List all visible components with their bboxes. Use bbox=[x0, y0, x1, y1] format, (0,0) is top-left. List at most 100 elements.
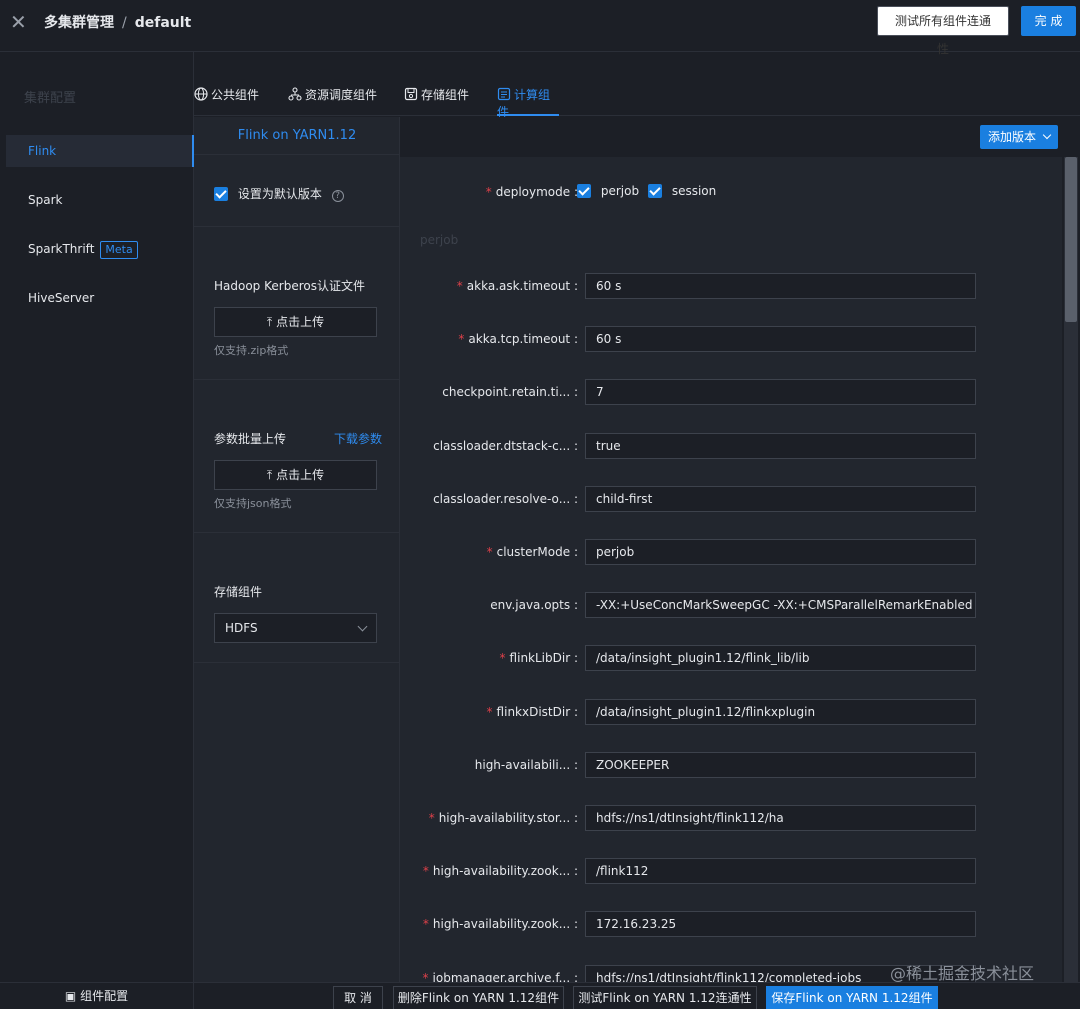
watermark: @稀土掘金技术社区 bbox=[890, 964, 1035, 983]
save-component-button[interactable]: 保存Flink on YARN 1.12组件 bbox=[766, 986, 938, 1009]
config-form-panel: 添加版本 * deploymode : perjob session perjob… bbox=[400, 117, 1080, 982]
deploymode-option-perjob[interactable]: perjob bbox=[577, 184, 639, 198]
group-title: perjob bbox=[420, 233, 459, 247]
config-field-row: * high-availability.zook... : /flink112 bbox=[400, 857, 1062, 885]
field-label: env.java.opts : bbox=[490, 598, 578, 612]
top-bar: ✕ 多集群管理 / default 测试所有组件连通性 完 成 bbox=[0, 0, 1080, 56]
config-field-row: * flinkLibDir : /data/insight_plugin1.12/f… bbox=[400, 644, 1062, 672]
config-field-row: classloader.resolve-o... : child-first bbox=[400, 485, 1062, 513]
config-field-row: * akka.ask.timeout : 60 s bbox=[400, 272, 1062, 300]
config-form: * deploymode : perjob session perjob * akk… bbox=[400, 157, 1062, 982]
done-button[interactable]: 完 成 bbox=[1021, 6, 1076, 36]
config-field-input[interactable]: 60 s bbox=[585, 273, 976, 299]
deploymode-option-session[interactable]: session bbox=[648, 184, 716, 198]
delete-component-button[interactable]: 删除Flink on YARN 1.12组件 bbox=[393, 986, 564, 1009]
sidebar-item-spark[interactable]: Spark bbox=[6, 184, 194, 216]
config-field-row: * high-availability.zook... : 172.16.23.25 bbox=[400, 910, 1062, 938]
sidebar-item-label: Spark bbox=[28, 193, 63, 207]
required-mark: * bbox=[485, 185, 492, 199]
version-title[interactable]: Flink on YARN1.12 bbox=[194, 117, 400, 155]
field-label: * clusterMode : bbox=[486, 545, 578, 559]
config-field-input[interactable]: true bbox=[585, 433, 976, 459]
tab-public-components[interactable]: 公共组件 bbox=[194, 86, 259, 116]
required-mark: * bbox=[499, 651, 506, 665]
sidebar-item-sparkthrift[interactable]: SparkThrift Meta bbox=[6, 233, 194, 265]
version-settings-panel: Flink on YARN1.12 设置为默认版本 ? Hadoop Kerbe… bbox=[194, 117, 400, 982]
breadcrumb: 多集群管理 / default bbox=[44, 12, 191, 32]
upload-label: 点击上传 bbox=[276, 468, 325, 482]
form-scrollbar[interactable] bbox=[1064, 157, 1078, 982]
download-params-link[interactable]: 下载参数 bbox=[334, 430, 382, 447]
config-field-input[interactable]: perjob bbox=[585, 539, 976, 565]
config-field-input[interactable]: /data/insight_plugin1.12/flinkxplugin bbox=[585, 699, 976, 725]
component-config-button[interactable]: ▣ 组件配置 bbox=[0, 983, 194, 1009]
help-icon[interactable]: ? bbox=[331, 190, 344, 202]
config-field-row: * akka.tcp.timeout : 60 s bbox=[400, 325, 1062, 353]
field-label: * high-availability.zook... : bbox=[422, 864, 578, 878]
test-connectivity-button[interactable]: 测试Flink on YARN 1.12连通性 bbox=[573, 986, 757, 1009]
tab-storage-components[interactable]: 存储组件 bbox=[404, 86, 469, 116]
config-field-input[interactable]: ZOOKEEPER bbox=[585, 752, 976, 778]
config-field-input[interactable]: 7 bbox=[585, 379, 976, 405]
add-version-button[interactable]: 添加版本 bbox=[980, 125, 1058, 149]
perjob-checkbox[interactable] bbox=[577, 184, 591, 198]
sidebar-title: 集群配置 bbox=[24, 91, 77, 106]
config-field-row: * flinkxDistDir : /data/insight_plugin1.12… bbox=[400, 698, 1062, 726]
field-label: classloader.resolve-o... : bbox=[433, 492, 578, 506]
field-label: * flinkxDistDir : bbox=[486, 705, 578, 719]
scrollbar-thumb[interactable] bbox=[1065, 157, 1077, 322]
breadcrumb-separator: / bbox=[122, 15, 127, 31]
field-label: * high-availability.stor... : bbox=[428, 811, 578, 825]
field-label: * deploymode : bbox=[485, 185, 578, 199]
kerberos-label: Hadoop Kerberos认证文件 bbox=[214, 279, 365, 293]
cluster-sidebar: 集群配置 Flink Spark SparkThrift Meta HiveSer… bbox=[0, 52, 194, 982]
json-hint: 仅支持json格式 bbox=[214, 497, 292, 510]
deploymode-row: * deploymode : perjob session bbox=[400, 178, 1062, 206]
config-field-input[interactable]: child-first bbox=[585, 486, 976, 512]
config-field-row: classloader.dtstack-c... : true bbox=[400, 432, 1062, 460]
sidebar-item-label: SparkThrift bbox=[28, 242, 95, 256]
tab-resource-scheduling[interactable]: 资源调度组件 bbox=[288, 86, 377, 116]
zip-hint: 仅支持.zip格式 bbox=[214, 344, 289, 357]
config-field-input[interactable]: hdfs://ns1/dtInsight/flink112/ha bbox=[585, 805, 976, 831]
sidebar-item-hiveserver[interactable]: HiveServer bbox=[6, 282, 194, 314]
default-version-option[interactable]: 设置为默认版本 ? bbox=[214, 185, 344, 202]
tab-label: 公共组件 bbox=[211, 88, 260, 102]
option-label: session bbox=[671, 184, 717, 198]
kerberos-upload-button[interactable]: ⤒ 点击上传 bbox=[214, 307, 377, 337]
field-label: * jobmanager.archive.f... : bbox=[423, 964, 578, 982]
config-field-input[interactable]: 172.16.23.25 bbox=[585, 911, 976, 937]
add-version-label: 添加版本 bbox=[988, 130, 1037, 144]
config-field-row: * clusterMode : perjob bbox=[400, 538, 1062, 566]
config-field-input[interactable]: -XX:+UseConcMarkSweepGC -XX:+CMSParallel… bbox=[585, 592, 976, 618]
config-field-input[interactable]: 60 s bbox=[585, 326, 976, 352]
compute-icon bbox=[497, 87, 511, 101]
cluster-icon bbox=[288, 87, 302, 101]
storage-value: HDFS bbox=[225, 621, 258, 635]
kerberos-section: Hadoop Kerberos认证文件 ⤒ 点击上传 仅支持.zip格式 bbox=[194, 227, 400, 380]
field-label: high-availabili... : bbox=[474, 758, 578, 772]
close-icon[interactable]: ✕ bbox=[10, 11, 27, 33]
cancel-button[interactable]: 取 消 bbox=[333, 986, 383, 1009]
required-mark: * bbox=[422, 971, 429, 982]
breadcrumb-root[interactable]: 多集群管理 bbox=[44, 15, 114, 31]
tab-compute-components[interactable]: 计算组件 bbox=[497, 86, 559, 119]
default-version-checkbox[interactable] bbox=[214, 187, 228, 201]
required-mark: * bbox=[456, 279, 463, 293]
breadcrumb-current: default bbox=[134, 15, 192, 31]
required-mark: * bbox=[486, 545, 493, 559]
param-upload-button[interactable]: ⤒ 点击上传 bbox=[214, 460, 377, 490]
globe-icon bbox=[194, 87, 208, 101]
storage-select[interactable]: HDFS bbox=[214, 613, 377, 643]
sidebar-item-flink[interactable]: Flink bbox=[6, 135, 194, 167]
config-field-input[interactable]: /flink112 bbox=[585, 858, 976, 884]
config-field-input[interactable]: /data/insight_plugin1.12/flink_lib/lib bbox=[585, 645, 976, 671]
config-field-row: high-availabili... : ZOOKEEPER bbox=[400, 751, 1062, 779]
upload-label: 点击上传 bbox=[276, 315, 325, 329]
required-mark: * bbox=[422, 917, 429, 931]
config-field-row: env.java.opts : -XX:+UseConcMarkSweepGC -… bbox=[400, 591, 1062, 619]
test-all-connectivity-button[interactable]: 测试所有组件连通性 bbox=[877, 6, 1009, 56]
session-checkbox[interactable] bbox=[648, 184, 662, 198]
tab-label: 资源调度组件 bbox=[305, 88, 378, 102]
box-icon: ▣ bbox=[64, 989, 77, 1003]
